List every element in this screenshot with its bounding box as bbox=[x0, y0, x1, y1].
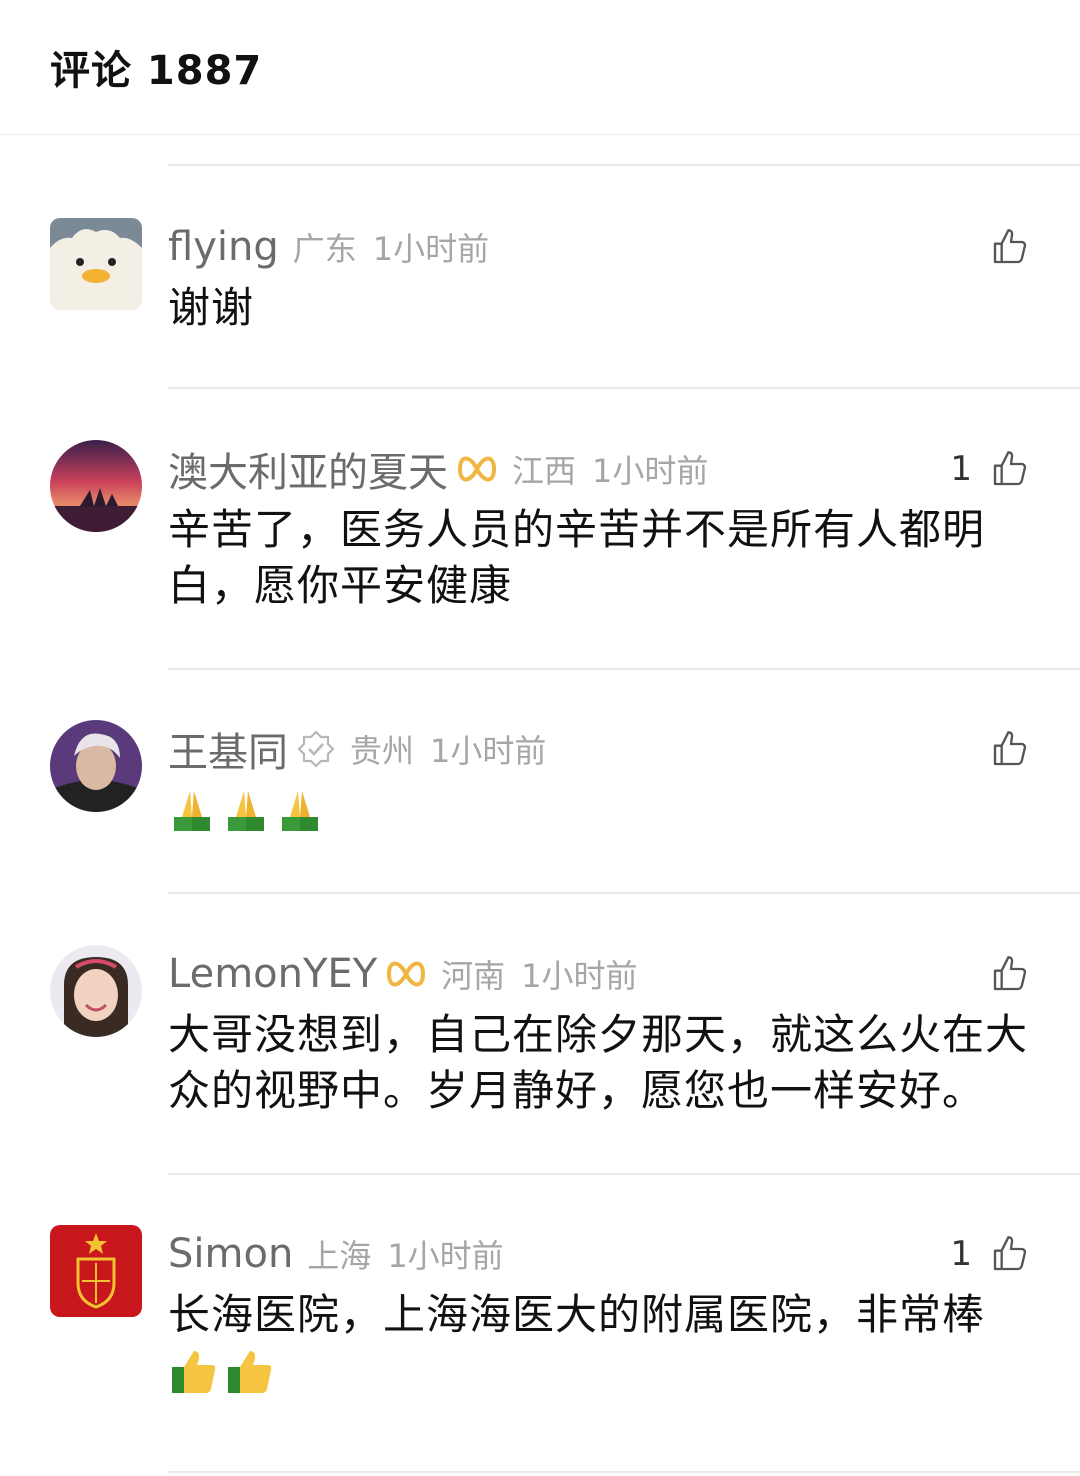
thumbs-up-icon bbox=[993, 956, 1027, 991]
timestamp: 1小时前 bbox=[372, 230, 490, 268]
divider bbox=[168, 1173, 1080, 1175]
timestamp: 1小时前 bbox=[430, 732, 547, 770]
like-count: 1 bbox=[950, 1234, 972, 1274]
like-button[interactable] bbox=[972, 726, 1030, 772]
timestamp: 1小时前 bbox=[387, 1237, 504, 1275]
comments-title: 评论 1887 bbox=[50, 48, 263, 94]
username[interactable]: LemonYEY bbox=[168, 951, 377, 997]
praying-hands-emoji bbox=[228, 791, 264, 831]
timestamp: 1小时前 bbox=[592, 452, 709, 490]
divider bbox=[168, 1471, 1080, 1473]
username[interactable]: Simon bbox=[168, 1231, 293, 1277]
thumbs-up-icon bbox=[993, 451, 1027, 486]
verified-badge-icon bbox=[296, 729, 336, 769]
location: 广东 bbox=[292, 230, 357, 268]
thumbs-up-emoji bbox=[172, 1351, 216, 1393]
duck-avatar-icon[interactable] bbox=[50, 218, 142, 310]
comment-text: 辛苦了，医务人员的辛苦并不是所有人都明白，愿你平安健康 bbox=[168, 505, 986, 610]
praying-hands-emoji bbox=[174, 791, 210, 831]
divider bbox=[168, 164, 1080, 166]
sunset-opera-house-avatar-icon[interactable] bbox=[50, 440, 142, 532]
username[interactable]: flying bbox=[168, 224, 279, 270]
thumbs-up-emoji bbox=[228, 1351, 272, 1393]
emoji-row bbox=[168, 1343, 1034, 1399]
username[interactable]: 王基同 bbox=[168, 720, 288, 778]
comment-meta: LemonYEY 河南 1小时前 bbox=[168, 945, 930, 1003]
golden-loop-badge-icon bbox=[385, 956, 427, 992]
comment-text-line: 长海医院，上海海医大的附属医院，非常棒 bbox=[168, 1290, 986, 1339]
comment-list: flying 广东 1小时前 谢谢 澳大利亚的夏天 江西 1小时前 1 辛苦了，… bbox=[0, 135, 1080, 1475]
location: 上海 bbox=[307, 1237, 372, 1275]
comment-text: 长海医院，上海海医大的附属医院，非常棒 bbox=[168, 1287, 1034, 1399]
location: 河南 bbox=[441, 957, 506, 995]
praying-hands-emoji bbox=[282, 791, 318, 831]
comment-text: 大哥没想到，自己在除夕那天，就这么火在大众的视野中。岁月静好，愿您也一样安好。 bbox=[168, 1010, 1029, 1115]
divider bbox=[168, 668, 1080, 670]
person-photo-avatar-icon[interactable] bbox=[50, 720, 142, 812]
comment-text bbox=[168, 782, 1034, 838]
comment-meta: flying 广东 1小时前 bbox=[168, 218, 930, 276]
girl-photo-avatar-icon[interactable] bbox=[50, 945, 142, 1037]
comments-header: 评论 1887 bbox=[0, 0, 1080, 135]
thumbs-up-icon bbox=[993, 229, 1027, 264]
location: 江西 bbox=[512, 452, 577, 490]
divider bbox=[168, 892, 1080, 894]
location: 贵州 bbox=[350, 732, 415, 770]
like-button[interactable]: 1 bbox=[950, 1231, 1030, 1277]
like-button[interactable] bbox=[972, 224, 1030, 270]
spain-crest-avatar-icon[interactable] bbox=[50, 1225, 142, 1317]
comment-meta: Simon 上海 1小时前 bbox=[168, 1225, 930, 1283]
like-button[interactable]: 1 bbox=[950, 446, 1030, 492]
comment-meta: 王基同 贵州 1小时前 bbox=[168, 720, 930, 778]
timestamp: 1小时前 bbox=[521, 957, 638, 995]
divider bbox=[168, 387, 1080, 389]
like-button[interactable] bbox=[972, 951, 1030, 997]
like-count: 1 bbox=[950, 449, 972, 489]
emoji-row bbox=[168, 782, 1034, 838]
thumbs-up-icon bbox=[993, 731, 1027, 766]
comment-text: 谢谢 bbox=[168, 283, 255, 332]
thumbs-up-icon bbox=[993, 1236, 1027, 1271]
comment-meta: 澳大利亚的夏天 江西 1小时前 bbox=[168, 440, 930, 498]
username[interactable]: 澳大利亚的夏天 bbox=[168, 440, 448, 498]
golden-loop-badge-icon bbox=[456, 451, 498, 487]
